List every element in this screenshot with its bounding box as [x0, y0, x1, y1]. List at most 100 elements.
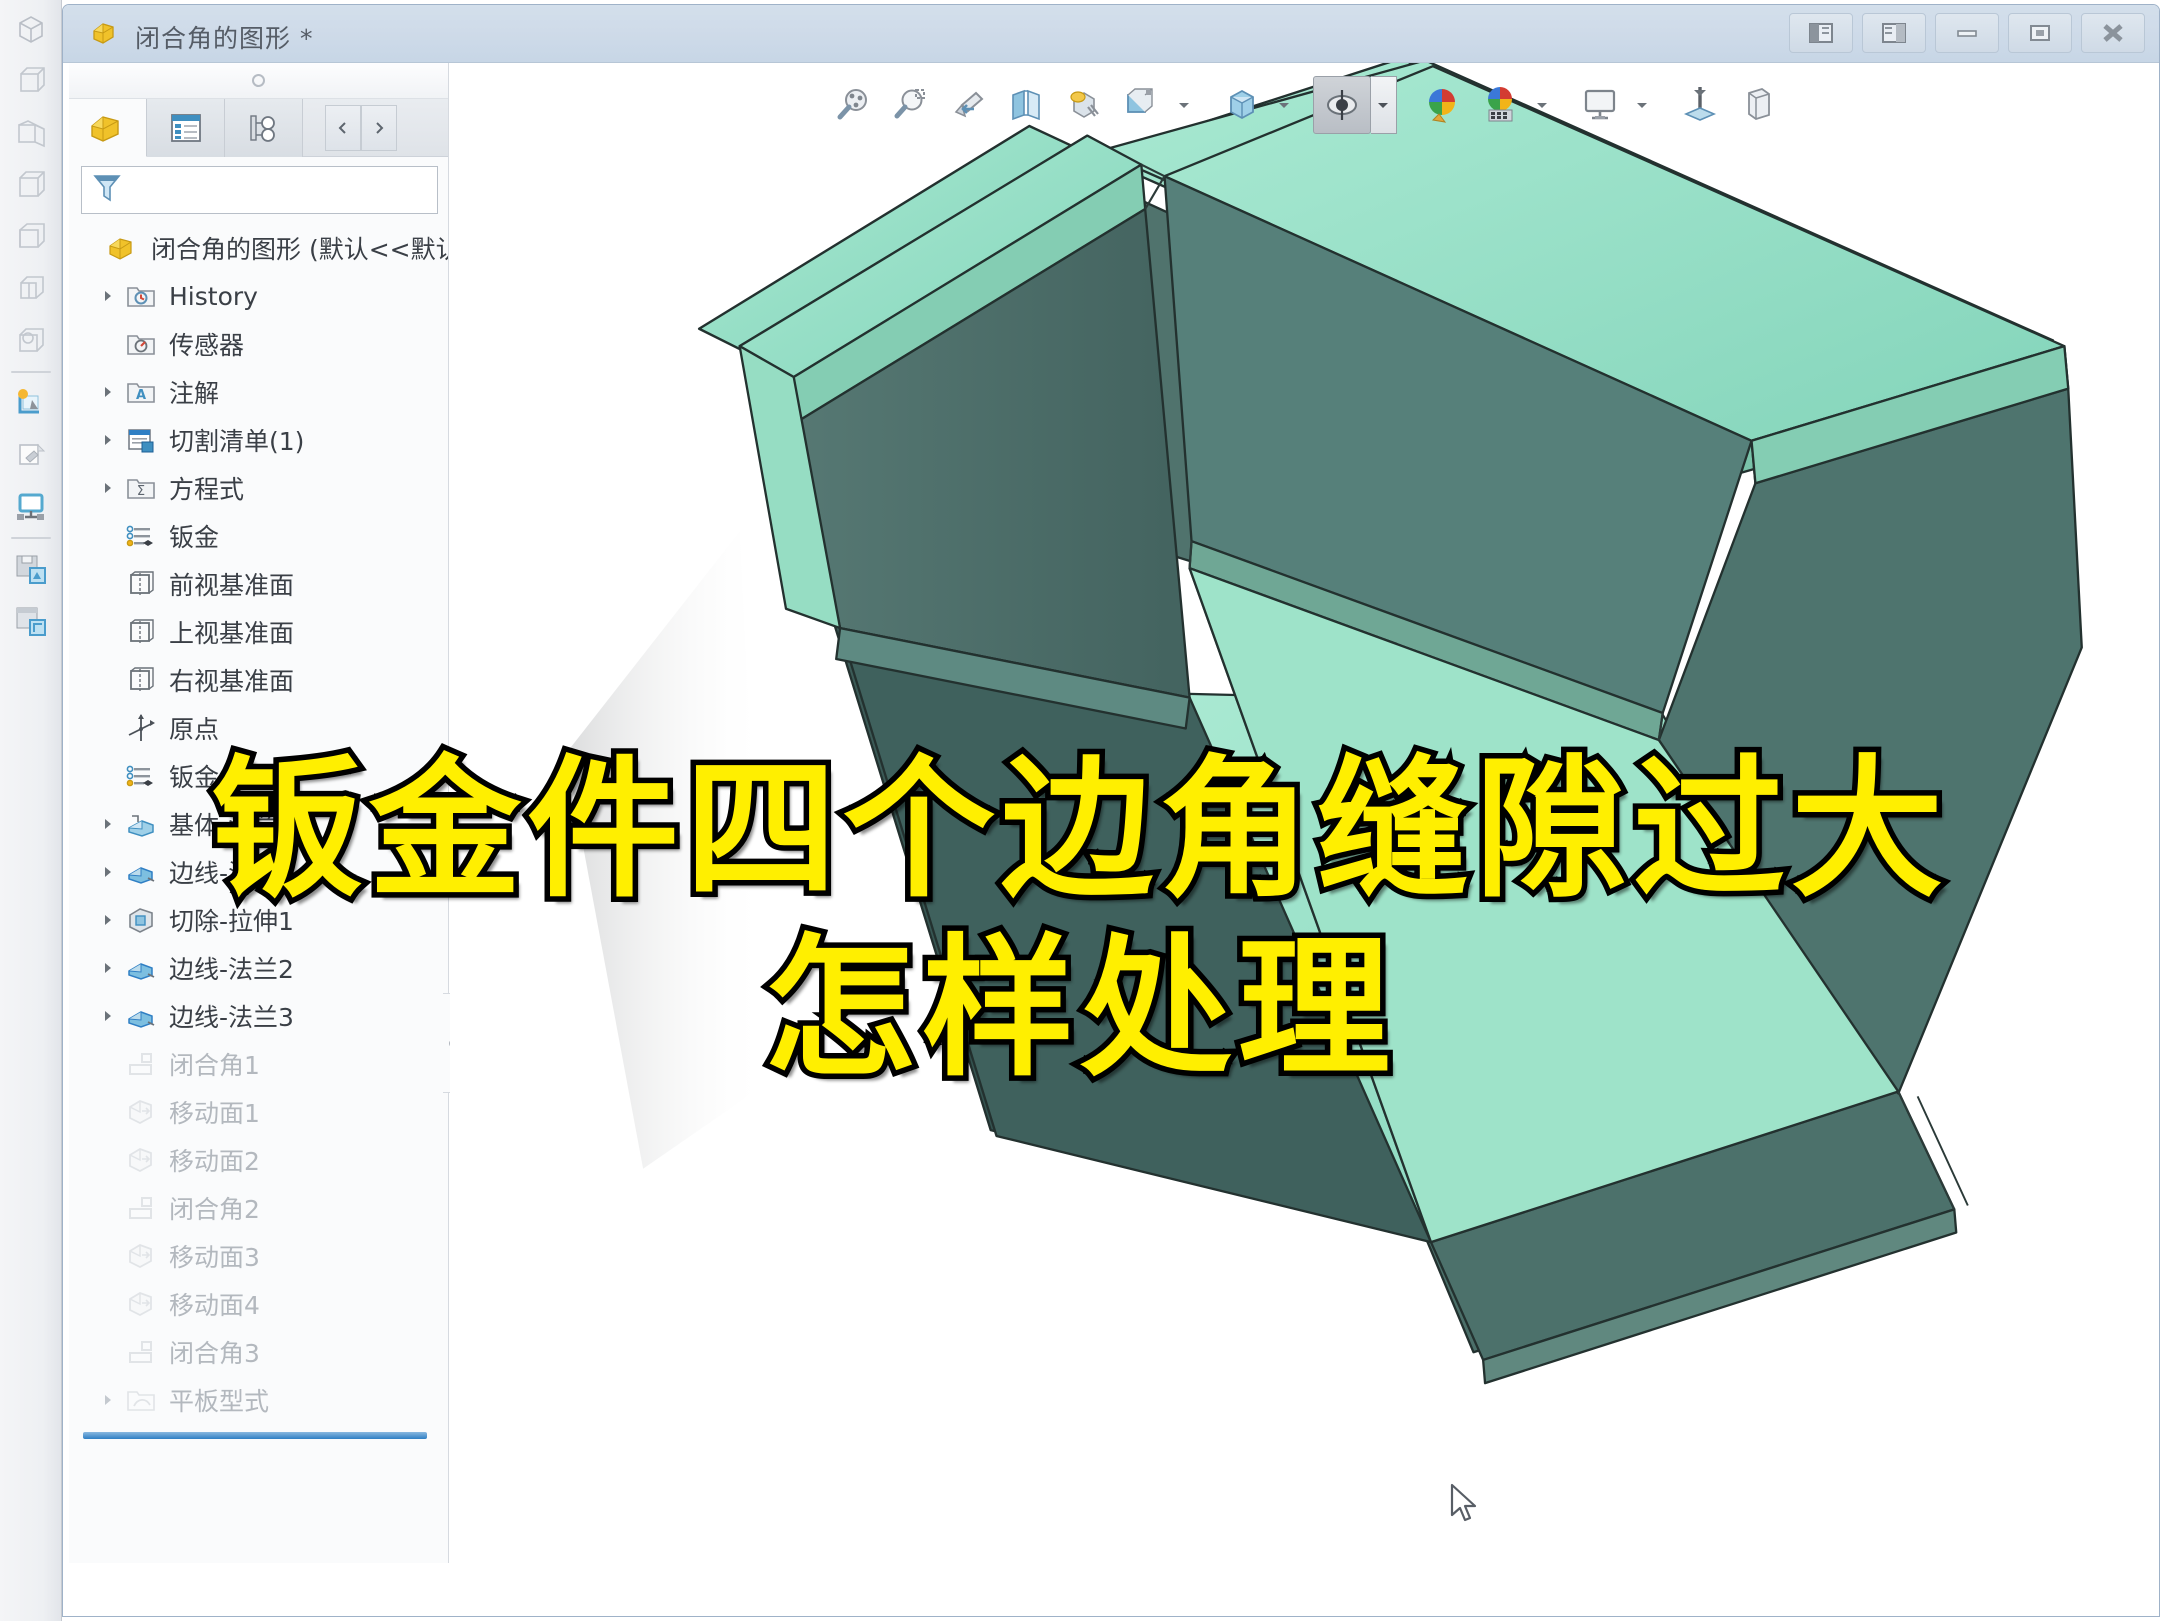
- zoom-to-fit-button[interactable]: [823, 76, 881, 134]
- tree-item-sheet-metal[interactable]: 钣金: [69, 512, 448, 560]
- tree-item-front-plane[interactable]: 前视基准面: [69, 560, 448, 608]
- tab-scroll-left-button[interactable]: [325, 105, 361, 151]
- tree-twisty-icon[interactable]: [95, 1393, 121, 1407]
- hide-show-items-button[interactable]: [1213, 76, 1271, 134]
- tree-item-top-plane[interactable]: 上视基准面: [69, 608, 448, 656]
- view-palette-item[interactable]: [1729, 76, 1787, 134]
- scene-button[interactable]: [1471, 76, 1529, 134]
- tree-item-history[interactable]: History: [69, 272, 448, 320]
- previous-view-item[interactable]: [939, 76, 997, 134]
- tree-item-move-face3[interactable]: 移动面3: [69, 1232, 448, 1280]
- view-settings-item[interactable]: [1571, 76, 1655, 134]
- tree-item-extruded-cut1[interactable]: 切除-拉伸1: [69, 896, 448, 944]
- tab-property-manager[interactable]: [147, 99, 225, 157]
- view-toolbar[interactable]: [450, 63, 2159, 147]
- view-settings-caret-icon[interactable]: [1629, 76, 1655, 134]
- save-as-copy-icon[interactable]: [8, 546, 54, 592]
- appearance-button[interactable]: [1413, 76, 1471, 134]
- tree-item-sheet-metal-2[interactable]: 钣金: [69, 752, 448, 800]
- scene-item[interactable]: [1471, 76, 1555, 134]
- view-palette-button[interactable]: [1729, 76, 1787, 134]
- scene-caret-icon[interactable]: [1529, 76, 1555, 134]
- hide-show-items-item[interactable]: [1213, 76, 1297, 134]
- tree-item-part-root[interactable]: 闭合角的图形 (默认<<默认: [69, 224, 448, 272]
- tree-item-move-face4[interactable]: 移动面4: [69, 1280, 448, 1328]
- view-orientation-left-icon[interactable]: [8, 214, 54, 260]
- hide-show-caret-icon[interactable]: [1271, 76, 1297, 134]
- tree-twisty-icon[interactable]: [95, 385, 121, 399]
- tree-twisty-icon[interactable]: [95, 865, 121, 879]
- panel-collapse-handle[interactable]: [69, 63, 448, 99]
- tree-twisty-icon[interactable]: [95, 913, 121, 927]
- section-view-button[interactable]: [997, 76, 1055, 134]
- sketch-edit-icon[interactable]: [8, 432, 54, 478]
- tab-feature-tree[interactable]: [69, 99, 147, 157]
- tree-item-equations[interactable]: Σ 方程式: [69, 464, 448, 512]
- tree-twisty-icon[interactable]: [95, 1009, 121, 1023]
- minimize-button[interactable]: [1935, 13, 1999, 53]
- tree-twisty-icon[interactable]: [95, 433, 121, 447]
- apply-scene-button[interactable]: [1671, 76, 1729, 134]
- tree-item-base-flange[interactable]: 基体-法兰: [69, 800, 448, 848]
- rollback-bar[interactable]: [83, 1432, 427, 1439]
- sheet-metal-tray-model[interactable]: [450, 63, 2159, 1617]
- edit-appearance-button[interactable]: [1312, 76, 1371, 134]
- tree-filter-box[interactable]: [81, 166, 438, 214]
- feature-manager-tabs[interactable]: [69, 99, 448, 157]
- tree-twisty-icon[interactable]: [95, 961, 121, 975]
- graphics-area[interactable]: [450, 63, 2159, 1617]
- tab-configuration-manager[interactable]: [225, 99, 303, 157]
- tree-item-edge-flange2[interactable]: 边线-法兰2: [69, 944, 448, 992]
- tree-item-origin[interactable]: 原点: [69, 704, 448, 752]
- tab-scroll-buttons[interactable]: [325, 99, 397, 156]
- tree-filter-input[interactable]: [122, 177, 437, 203]
- restore-button[interactable]: [2008, 13, 2072, 53]
- zoom-to-fit-item[interactable]: [823, 76, 881, 134]
- apply-scene-item[interactable]: [1671, 76, 1729, 134]
- view-orientation-top-icon[interactable]: [8, 162, 54, 208]
- left-view-toolbar[interactable]: [0, 0, 62, 1621]
- save-drawing-icon[interactable]: [8, 598, 54, 644]
- tree-item-move-face1[interactable]: 移动面1: [69, 1088, 448, 1136]
- window-controls[interactable]: [1789, 13, 2145, 53]
- tree-item-move-face2[interactable]: 移动面2: [69, 1136, 448, 1184]
- view-orientation-front-icon[interactable]: [8, 58, 54, 104]
- tree-item-edge-flange1[interactable]: 边线-法兰1: [69, 848, 448, 896]
- section-view-item[interactable]: [997, 76, 1055, 134]
- tree-item-closed-corner1[interactable]: 闭合角1: [69, 1040, 448, 1088]
- pin-panel-right-button[interactable]: [1862, 13, 1926, 53]
- edit-appearance-caret-icon[interactable]: [1370, 76, 1397, 134]
- display-style-caret-icon[interactable]: [1171, 76, 1197, 134]
- close-button[interactable]: [2081, 13, 2145, 53]
- display-monitor-icon[interactable]: [8, 484, 54, 530]
- view-settings-button[interactable]: [1571, 76, 1629, 134]
- tree-twisty-icon[interactable]: [95, 817, 121, 831]
- view-orientation-back-icon[interactable]: [8, 266, 54, 312]
- zoom-to-area-button[interactable]: [881, 76, 939, 134]
- feature-tree[interactable]: 闭合角的图形 (默认<<默认 History 传感器 A 注解 切割清单(1) Σ 方程式 钣金…: [69, 214, 448, 1424]
- zoom-to-area-item[interactable]: [881, 76, 939, 134]
- tree-twisty-icon[interactable]: [95, 481, 121, 495]
- tree-item-annotations[interactable]: A 注解: [69, 368, 448, 416]
- tree-item-right-plane[interactable]: 右视基准面: [69, 656, 448, 704]
- tree-item-closed-corner3[interactable]: 闭合角3: [69, 1328, 448, 1376]
- tree-item-edge-flange3[interactable]: 边线-法兰3: [69, 992, 448, 1040]
- view-orientation-button[interactable]: [1055, 76, 1113, 134]
- edit-appearance-item[interactable]: [1312, 76, 1397, 134]
- pin-panel-left-button[interactable]: [1789, 13, 1853, 53]
- tree-twisty-icon[interactable]: [95, 289, 121, 303]
- tree-item-closed-corner2[interactable]: 闭合角2: [69, 1184, 448, 1232]
- tree-item-sensors[interactable]: 传感器: [69, 320, 448, 368]
- tree-item-flat-pattern[interactable]: 平板型式: [69, 1376, 448, 1424]
- view-orientation-right-icon[interactable]: [8, 110, 54, 156]
- tree-item-cut-list[interactable]: 切割清单(1): [69, 416, 448, 464]
- appearance-item[interactable]: [1413, 76, 1471, 134]
- display-style-item[interactable]: [1113, 76, 1197, 134]
- sketch-new-icon[interactable]: [8, 380, 54, 426]
- view-orientation-item[interactable]: [1055, 76, 1113, 134]
- previous-view-button[interactable]: [939, 76, 997, 134]
- view-orientation-normal-to-icon[interactable]: [8, 318, 54, 364]
- display-style-button[interactable]: [1113, 76, 1171, 134]
- view-orientation-isometric-icon[interactable]: [8, 6, 54, 52]
- tab-scroll-right-button[interactable]: [361, 105, 397, 151]
